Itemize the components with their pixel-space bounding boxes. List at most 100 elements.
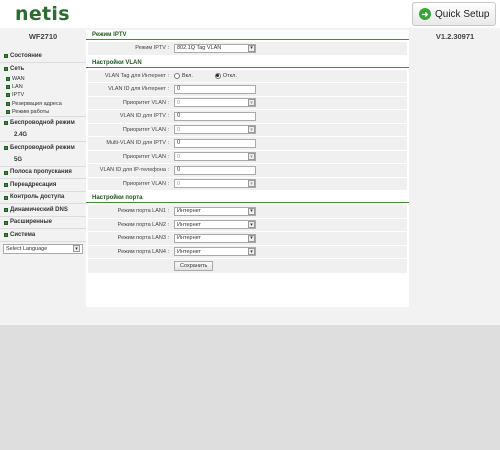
select-value: Интернет	[177, 208, 201, 215]
chevron-down-icon: ▾	[248, 44, 255, 52]
header: netis ➜ Quick Setup	[0, 0, 500, 28]
sidebar-item-wireless-5g[interactable]: Беспроводной режим 5G	[0, 142, 86, 167]
chevron-down-icon: ▾	[248, 126, 255, 134]
chevron-down-icon: ▾	[248, 234, 255, 242]
lan2-mode-row: Режим порта LAN2 : Интернет ▾	[88, 218, 407, 232]
sidebar-item-label: Беспроводной режим	[10, 144, 75, 151]
lan4-mode-select[interactable]: Интернет ▾	[174, 247, 256, 257]
select-value: 0	[177, 99, 181, 106]
save-row: Сохранить	[88, 259, 407, 273]
field-label: VLAN ID для IPTV :	[119, 113, 169, 120]
vlan-internet-id-input[interactable]: 0	[174, 84, 256, 94]
square-bullet-icon	[6, 93, 10, 98]
chevron-down-icon: ▾	[248, 221, 255, 229]
multi-vlan-iptv-id-input[interactable]: 0	[174, 138, 256, 148]
sidebar-item-forwarding[interactable]: Переадресация	[0, 179, 86, 192]
square-bullet-icon	[6, 85, 10, 90]
main-content: Режим IPTV Режим IPTV : 802.1Q Tag VLAN …	[86, 30, 409, 307]
select-value: 0	[177, 153, 181, 160]
vlan-voip-id-input[interactable]: 0	[174, 165, 256, 175]
save-button[interactable]: Сохранить	[174, 261, 214, 271]
sidebar-sub-address-reservation[interactable]: Резервация адреса	[0, 100, 86, 108]
sidebar-sub-lan[interactable]: LAN	[0, 83, 86, 91]
lan2-mode-select[interactable]: Интернет ▾	[174, 220, 256, 230]
square-bullet-icon	[4, 183, 8, 187]
sidebar-sub-operation-mode[interactable]: Режим работы	[0, 108, 86, 117]
sidebar-sub-wan[interactable]: WAN	[0, 75, 86, 83]
language-select-value: Select Language	[6, 245, 48, 252]
vlan-voip-priority-row: Приоритет VLAN : 0 ▾	[88, 177, 407, 191]
square-bullet-icon	[4, 145, 8, 150]
sidebar-item-access-control[interactable]: Контроль доступа	[0, 192, 86, 205]
select-value: Интернет	[177, 221, 201, 228]
vlan-iptv-id-row: VLAN ID для IPTV : 0	[88, 110, 407, 124]
select-value: Интернет	[177, 235, 201, 242]
multi-vlan-priority-row: Приоритет VLAN : 0 ▾	[88, 150, 407, 164]
vlan-voip-priority-select[interactable]: 0 ▾	[174, 179, 256, 189]
sidebar-item-label: Полоса пропускания	[10, 169, 72, 176]
lan4-mode-row: Режим порта LAN4 : Интернет ▾	[88, 245, 407, 259]
vlan-iptv-priority-select[interactable]: 0 ▾	[174, 125, 256, 135]
vlan-tag-off-radio[interactable]	[214, 72, 221, 79]
vlan-tag-label: VLAN Tag для Интернет :	[104, 72, 169, 79]
square-bullet-icon	[4, 220, 8, 225]
square-bullet-icon	[6, 77, 10, 82]
vlan-tag-on-label: Вкл.	[182, 72, 193, 79]
quick-setup-label: Quick Setup	[435, 8, 490, 20]
square-bullet-icon	[4, 120, 8, 125]
lan1-mode-select[interactable]: Интернет ▾	[174, 206, 256, 216]
iptv-mode-label: Режим IPTV :	[135, 45, 169, 52]
field-label: Приоритет VLAN :	[122, 126, 169, 133]
chevron-down-icon: ▾	[73, 245, 80, 253]
field-label: Режим порта LAN3 :	[117, 235, 169, 242]
field-label: Multi-VLAN ID для IPTV :	[106, 140, 169, 147]
sidebar-item-label: Беспроводной режим	[10, 119, 75, 126]
chevron-down-icon: ▾	[248, 99, 255, 107]
field-label: VLAN ID для IP-телефона :	[99, 167, 169, 174]
vlan-tag-on-radio[interactable]	[174, 72, 180, 79]
square-bullet-icon	[4, 233, 8, 237]
quick-setup-button[interactable]: ➜ Quick Setup	[412, 2, 496, 26]
sidebar-item-wireless-24g[interactable]: Беспроводной режим 2.4G	[0, 117, 86, 142]
footer-area	[0, 325, 500, 450]
vlan-tag-row: VLAN Tag для Интернет : Вкл. Откл.	[88, 69, 407, 83]
iptv-mode-select[interactable]: 802.1Q Tag VLAN ▾	[174, 43, 256, 53]
lan1-mode-row: Режим порта LAN1 : Интернет ▾	[88, 205, 407, 219]
field-label: Режим порта LAN2 :	[117, 221, 169, 228]
vlan-iptv-id-input[interactable]: 0	[174, 111, 256, 121]
multi-vlan-priority-select[interactable]: 0 ▾	[174, 152, 256, 162]
vlan-internet-id-row: VLAN ID для Интернет : 0	[88, 83, 407, 97]
chevron-down-icon: ▾	[248, 207, 255, 215]
sidebar-item-label: Состояние	[10, 52, 42, 59]
sidebar-item-label: Расширенные	[10, 219, 52, 226]
select-value: 0	[177, 126, 181, 133]
field-label: Приоритет VLAN :	[122, 99, 169, 106]
section-title-iptv: Режим IPTV	[86, 30, 409, 40]
language-select[interactable]: Select Language ▾	[3, 243, 83, 254]
field-label: Приоритет VLAN :	[122, 153, 169, 160]
arrow-right-icon: ➜	[419, 8, 431, 20]
vlan-internet-priority-row: Приоритет VLAN : 0 ▾	[88, 96, 407, 110]
lan3-mode-select[interactable]: Интернет ▾	[174, 233, 256, 243]
sidebar-item-label: Сеть	[10, 65, 25, 72]
sidebar-item-label: Контроль доступа	[10, 194, 65, 201]
sidebar-item-bandwidth[interactable]: Полоса пропускания	[0, 167, 86, 180]
lan3-mode-row: Режим порта LAN3 : Интернет ▾	[88, 232, 407, 246]
vlan-voip-id-row: VLAN ID для IP-телефона : 0	[88, 164, 407, 178]
sidebar-item-system[interactable]: Система	[0, 229, 86, 242]
sidebar-item-status[interactable]: Состояние	[0, 50, 86, 63]
sidebar-item-ddns[interactable]: Динамический DNS	[0, 204, 86, 217]
sidebar-item-sublabel: 5G	[14, 156, 23, 163]
sidebar-item-network[interactable]: Сеть	[0, 63, 86, 76]
netis-logo[interactable]: netis	[15, 3, 70, 25]
square-bullet-icon	[4, 53, 8, 58]
field-label: VLAN ID для Интернет :	[108, 86, 169, 93]
sub-label: WAN	[12, 76, 25, 82]
vlan-tag-off-label: Откл.	[222, 72, 237, 79]
sidebar-sub-iptv[interactable]: IPTV	[0, 91, 86, 99]
vlan-internet-priority-select[interactable]: 0 ▾	[174, 98, 256, 108]
sidebar-item-advanced[interactable]: Расширенные	[0, 217, 86, 230]
select-value: Интернет	[177, 248, 201, 255]
square-bullet-icon	[6, 109, 10, 114]
sub-label: Резервация адреса	[12, 100, 62, 107]
